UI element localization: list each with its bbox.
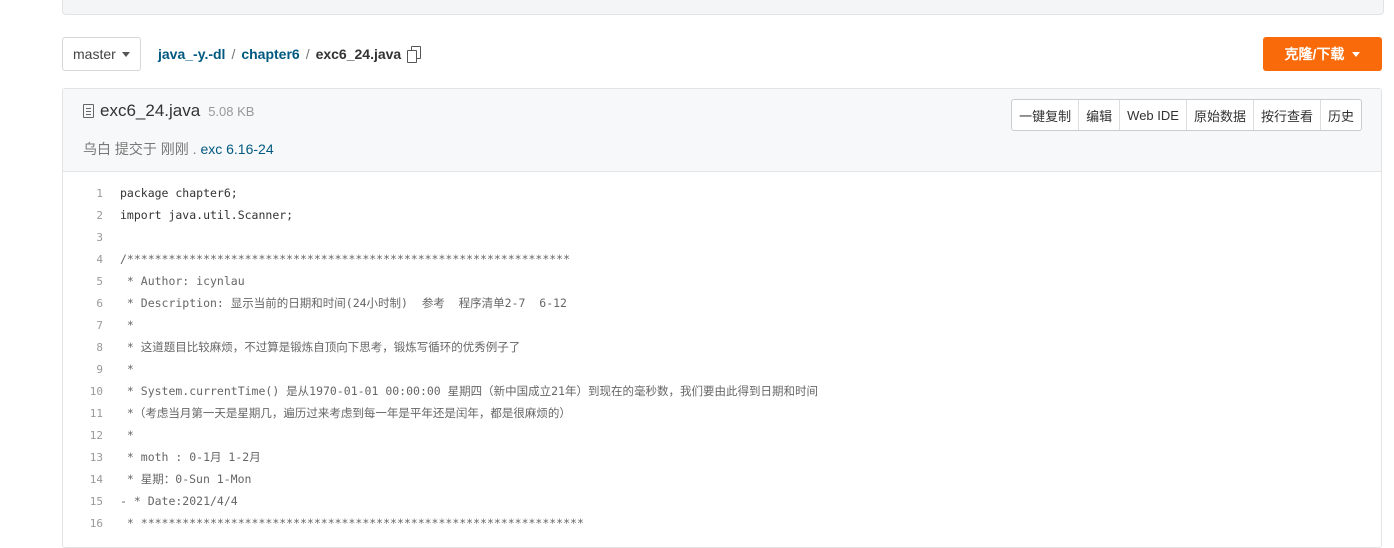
code-line: 16 * ***********************************… [63,512,1381,534]
line-number[interactable]: 8 [63,341,120,354]
line-text: * 这道题目比较麻烦，不过算是锻炼自顶向下思考，锻炼写循环的优秀例子了 [120,340,521,354]
line-number[interactable]: 9 [63,363,120,376]
code-line: 6 * Description: 显示当前的日期和时间(24小时制) 参考 程序… [63,292,1381,314]
edit-button[interactable]: 编辑 [1079,100,1121,130]
code-line: 7 * [63,314,1381,336]
code-line: 10 * System.currentTime() 是从1970-01-01 0… [63,380,1381,402]
history-button[interactable]: 历史 [1321,100,1361,130]
code-line: 9 * [63,358,1381,380]
code-line: 12 * [63,424,1381,446]
breadcrumb-repo-link[interactable]: java_-y.-dl [158,46,225,62]
code-line: 14 * 星期：0-Sun 1-Mon [63,468,1381,490]
breadcrumb-current-file: exc6_24.java [315,46,402,62]
code-line: 8 * 这道题目比较麻烦，不过算是锻炼自顶向下思考，锻炼写循环的优秀例子了 [63,336,1381,358]
clone-download-button[interactable]: 克隆/下载 [1263,37,1382,71]
file-viewer: exc6_24.java 5.08 KB 乌白 提交于 刚刚 . exc 6.1… [62,88,1382,548]
file-nav-bar: master java_-y.-dl / chapter6 / exc6_24.… [62,37,1382,73]
line-text: - * Date:2021/4/4 [120,494,238,508]
breadcrumb-folder-link[interactable]: chapter6 [241,46,299,62]
commit-author-time: 乌白 提交于 刚刚 . [83,141,197,157]
file-size: 5.08 KB [208,103,255,119]
line-text: package chapter6; [120,186,238,200]
line-number[interactable]: 7 [63,319,120,332]
line-number[interactable]: 16 [63,517,120,530]
code-line: 1 package chapter6; [63,182,1381,204]
code-line: 13 * moth : 0-1月 1-2月 [63,446,1381,468]
line-text: * Author: icynlau [120,274,245,288]
line-number[interactable]: 11 [63,407,120,420]
line-text: * **************************************… [120,516,584,530]
line-number[interactable]: 10 [63,385,120,398]
code-view: 1 package chapter6; 2 import java.util.Scan… [63,172,1381,534]
commit-info: 乌白 提交于 刚刚 . exc 6.16-24 [83,139,274,159]
line-text: * 星期：0-Sun 1-Mon [120,472,252,486]
top-panel-edge [62,0,1384,15]
code-line: 2 import java.util.Scanner; [63,204,1381,226]
line-number[interactable]: 4 [63,253,120,266]
line-number[interactable]: 12 [63,429,120,442]
line-number[interactable]: 2 [63,209,120,222]
line-text: * [120,428,134,442]
chevron-down-icon [121,51,130,57]
line-number[interactable]: 1 [63,187,120,200]
breadcrumb-separator: / [231,46,236,62]
line-number[interactable]: 6 [63,297,120,310]
code-line: 4/**************************************… [63,248,1381,270]
commit-message-link[interactable]: exc 6.16-24 [200,141,273,157]
breadcrumb-separator: / [305,46,310,62]
line-number[interactable]: 5 [63,275,120,288]
line-text: * [120,362,134,376]
line-text: * [120,318,134,332]
line-text: * moth : 0-1月 1-2月 [120,450,261,464]
line-text: /***************************************… [120,252,571,266]
file-title: exc6_24.java 5.08 KB [83,101,254,121]
branch-select[interactable]: master [62,37,141,71]
line-text: *（考虑当月第一天是星期几，遍历过来考虑到每一年是平年还是闰年，都是很麻烦的） [120,406,571,420]
chevron-down-icon [1352,51,1361,57]
copy-path-icon[interactable] [407,46,422,63]
web-ide-button[interactable]: Web IDE [1120,100,1187,130]
blame-button[interactable]: 按行查看 [1254,100,1321,130]
code-line: 3 [63,226,1381,248]
raw-button[interactable]: 原始数据 [1187,100,1254,130]
line-number[interactable]: 13 [63,451,120,464]
code-line: 11 *（考虑当月第一天是星期几，遍历过来考虑到每一年是平年还是闰年，都是很麻烦… [63,402,1381,424]
code-line: 5 * Author: icynlau [63,270,1381,292]
line-number[interactable]: 14 [63,473,120,486]
line-number[interactable]: 3 [63,231,120,244]
branch-label: master [73,46,116,62]
file-header: exc6_24.java 5.08 KB 乌白 提交于 刚刚 . exc 6.1… [63,89,1381,172]
line-text: * System.currentTime() 是从1970-01-01 00:0… [120,384,818,398]
file-icon [83,104,94,118]
breadcrumb: java_-y.-dl / chapter6 / exc6_24.java [158,37,422,71]
file-name: exc6_24.java [100,101,201,120]
line-text: import java.util.Scanner; [120,208,294,222]
line-text: * Description: 显示当前的日期和时间(24小时制) 参考 程序清单… [120,296,567,310]
code-line: 15- * Date:2021/4/4 [63,490,1381,512]
line-number[interactable]: 15 [63,495,120,508]
copy-all-button[interactable]: 一键复制 [1012,100,1080,130]
file-action-buttons: 一键复制 编辑 Web IDE 原始数据 按行查看 历史 [1011,99,1362,131]
clone-download-label: 克隆/下载 [1284,46,1345,62]
